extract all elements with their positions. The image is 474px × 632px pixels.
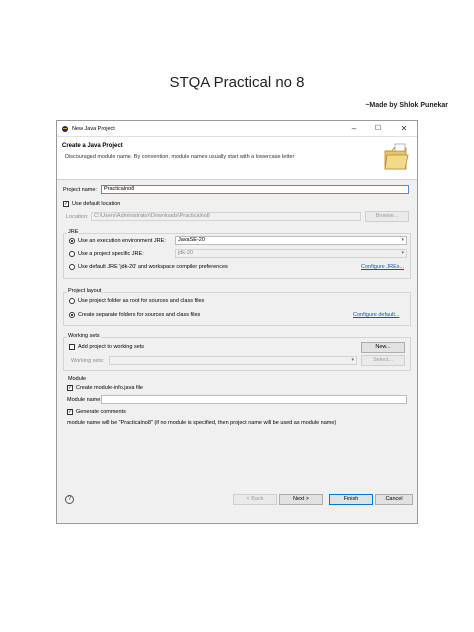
finish-button[interactable]: Finish bbox=[329, 494, 373, 505]
project-name-label: Project name: bbox=[63, 187, 97, 193]
window-title: New Java Project bbox=[72, 125, 115, 132]
new-java-project-dialog: New Java Project – ☐ ✕ Create a Java Pro… bbox=[56, 120, 418, 524]
help-icon[interactable]: ? bbox=[65, 495, 74, 504]
new-working-set-button[interactable]: New... bbox=[361, 342, 405, 353]
window-titlebar[interactable]: New Java Project – ☐ ✕ bbox=[57, 121, 417, 137]
document-title: STQA Practical no 8 bbox=[169, 74, 305, 91]
module-name-note: module name will be "Practicalno8" (if n… bbox=[67, 420, 337, 426]
working-sets-group-title: Working sets bbox=[67, 333, 101, 339]
wizard-message: Discouraged module name. By convention, … bbox=[65, 154, 295, 160]
chevron-down-icon: ▾ bbox=[351, 357, 354, 363]
create-module-info-label: Create module-info.java file bbox=[76, 385, 143, 391]
document-author: ~Made by Shlok Punekar bbox=[365, 102, 448, 109]
wizard-banner: Create a Java Project Discouraged module… bbox=[57, 137, 417, 180]
add-to-working-sets-checkbox[interactable] bbox=[69, 344, 75, 350]
jre-default-radio[interactable] bbox=[69, 264, 75, 270]
use-default-location-checkbox[interactable]: ✓ bbox=[63, 201, 69, 207]
next-button[interactable]: Next > bbox=[279, 494, 323, 505]
use-default-location-label: Use default location bbox=[72, 201, 121, 207]
create-module-info-checkbox[interactable]: ✓ bbox=[67, 385, 73, 391]
jre-execution-env-label: Use an execution environment JRE: bbox=[78, 238, 166, 244]
wizard-page-title: Create a Java Project bbox=[62, 143, 123, 149]
location-label: Location: bbox=[66, 214, 89, 220]
chevron-down-icon: ▾ bbox=[401, 250, 404, 256]
back-button[interactable]: < Back bbox=[233, 494, 277, 505]
minimize-button[interactable]: – bbox=[345, 121, 363, 136]
generate-comments-checkbox[interactable]: ✓ bbox=[67, 409, 73, 415]
working-sets-label: Working sets: bbox=[71, 358, 105, 364]
jre-project-specific-label: Use a project specific JRE: bbox=[78, 251, 144, 257]
maximize-button[interactable]: ☐ bbox=[369, 121, 387, 136]
jre-default-label: Use default JRE 'jdk-20' and workspace c… bbox=[78, 264, 228, 270]
working-sets-select[interactable]: ▾ bbox=[109, 356, 357, 365]
project-jre-value: jdk-20 bbox=[178, 250, 193, 256]
close-button[interactable]: ✕ bbox=[395, 121, 413, 136]
configure-default-link[interactable]: Configure default... bbox=[353, 312, 399, 318]
jre-group-title: JRE bbox=[67, 229, 80, 235]
layout-root-label: Use project folder as root for sources a… bbox=[78, 298, 205, 304]
jre-project-specific-radio[interactable] bbox=[69, 251, 75, 257]
generate-comments-label: Generate comments bbox=[76, 409, 126, 415]
select-working-sets-button[interactable]: Select... bbox=[361, 355, 405, 366]
location-input[interactable]: C:\Users\Administrator\Downloads\Practic… bbox=[91, 212, 361, 221]
layout-separate-label: Create separate folders for sources and … bbox=[78, 312, 201, 318]
project-layout-group-title: Project layout bbox=[67, 288, 103, 294]
execution-env-value: JavaSE-20 bbox=[178, 237, 205, 243]
module-name-input[interactable] bbox=[101, 395, 407, 404]
execution-env-select[interactable]: JavaSE-20 ▾ bbox=[175, 236, 407, 245]
wizard-content: Project name: Practicalno8 ✓ Use default… bbox=[57, 180, 417, 510]
working-sets-group bbox=[63, 337, 411, 371]
layout-root-radio[interactable] bbox=[69, 298, 75, 304]
cancel-button[interactable]: Cancel bbox=[375, 494, 413, 505]
layout-separate-radio[interactable] bbox=[69, 312, 75, 318]
project-name-input[interactable]: Practicalno8 bbox=[101, 185, 409, 194]
add-to-working-sets-label: Add project to working sets bbox=[78, 344, 145, 350]
configure-jres-link[interactable]: Configure JREs... bbox=[361, 264, 404, 270]
java-project-folder-icon bbox=[384, 143, 409, 170]
jre-execution-env-radio[interactable] bbox=[69, 238, 75, 244]
chevron-down-icon: ▾ bbox=[401, 237, 404, 243]
project-jre-select[interactable]: jdk-20 ▾ bbox=[175, 249, 407, 258]
module-group-title: Module bbox=[67, 376, 88, 382]
browse-button[interactable]: Browse... bbox=[365, 211, 409, 222]
module-name-label: Module name: bbox=[67, 397, 102, 403]
eclipse-icon bbox=[62, 125, 68, 132]
